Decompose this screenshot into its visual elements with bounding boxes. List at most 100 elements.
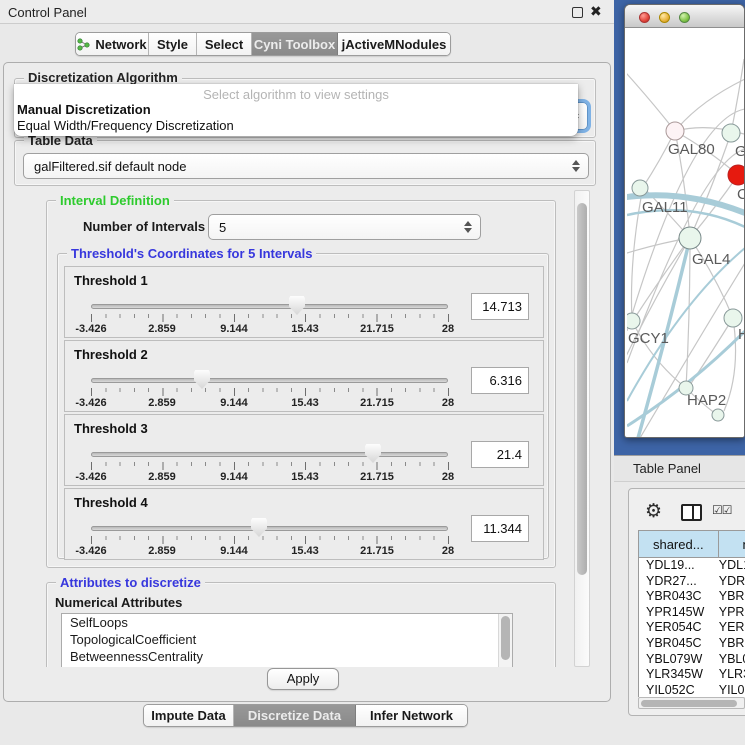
tab-network[interactable]: Network xyxy=(76,33,149,55)
control-panel-titlebar xyxy=(0,0,614,24)
apply-button[interactable]: Apply xyxy=(267,668,339,690)
table-row[interactable]: YPR145WYPR1 xyxy=(639,605,745,621)
node-attribute-table: shared... na YDL19...YDL1 YDR27...YDR2 Y… xyxy=(638,530,745,697)
node-h[interactable] xyxy=(724,309,742,327)
window-close-icon[interactable] xyxy=(639,12,650,23)
window-minimize-icon[interactable] xyxy=(659,12,670,23)
table-row[interactable]: YBL079WYBL0 xyxy=(639,652,745,668)
table-data-selected: galFiltered.sif default node xyxy=(34,159,186,174)
algorithm-dropdown-popup: Select algorithm to view settings Manual… xyxy=(14,84,578,136)
threshold-3-value-field[interactable] xyxy=(471,441,529,468)
node-gal11[interactable] xyxy=(632,180,648,196)
algorithm-option-manual[interactable]: Manual Discretization xyxy=(14,102,578,118)
window-zoom-icon[interactable] xyxy=(679,12,690,23)
node-label-gal11: GAL11 xyxy=(642,199,688,216)
table-row[interactable]: YER054CYER0 xyxy=(639,620,745,636)
gear-icon[interactable]: ⚙ xyxy=(645,500,662,523)
number-of-intervals-label: Number of Intervals xyxy=(83,219,205,234)
attributes-group: Attributes to discretize Numerical Attri… xyxy=(46,582,556,667)
control-panel-title: Control Panel xyxy=(8,5,87,20)
network-graph: GAL80 G. C GAL11 GAL4 GCY1 H HAP2 xyxy=(627,29,744,437)
main-scrollbar[interactable] xyxy=(574,190,590,667)
threshold-coordinates-title: Threshold's Coordinates for 5 Intervals xyxy=(67,246,316,261)
threshold-4-row: Threshold 4 -3.426 2.859 9.144 15.43 21.… xyxy=(64,488,544,560)
node-gal4[interactable] xyxy=(679,227,701,249)
threshold-2-slider-thumb[interactable] xyxy=(194,370,210,389)
threshold-3-slider-track[interactable] xyxy=(91,452,448,457)
network-view-window: GAL80 G. C GAL11 GAL4 GCY1 H HAP2 xyxy=(624,4,745,438)
node-gal80[interactable] xyxy=(666,122,684,140)
node-label-g: G. xyxy=(735,143,744,160)
table-panel-title: Table Panel xyxy=(633,461,701,476)
node-label-h: H xyxy=(738,326,744,343)
table-row[interactable]: YIL052CYIL0 xyxy=(639,683,745,697)
tab-discretize-data[interactable]: Discretize Data xyxy=(234,705,356,726)
threshold-1-row: Threshold 1 -3.426 2.859 9.144 15.43 21.… xyxy=(64,266,544,338)
table-data-combobox[interactable]: galFiltered.sif default node xyxy=(23,153,589,179)
float-window-icon[interactable] xyxy=(572,7,583,18)
table-row[interactable]: YBR045CYBR0 xyxy=(639,636,745,652)
table-row[interactable]: YBR043CYBR0 xyxy=(639,589,745,605)
tab-network-label: Network xyxy=(95,37,146,52)
algorithm-placeholder-option[interactable]: Select algorithm to view settings xyxy=(14,84,578,102)
bottom-tabs: Impute Data Discretize Data Infer Networ… xyxy=(143,704,468,727)
attributes-list-scrollbar[interactable] xyxy=(498,614,512,667)
node-bottom-right[interactable] xyxy=(712,409,724,421)
numerical-attributes-list: SelfLoops TopologicalCoefficient Between… xyxy=(61,613,513,667)
threshold-3-row: Threshold 3 -3.426 2.859 9.144 15.43 21.… xyxy=(64,414,544,486)
tab-style[interactable]: Style xyxy=(149,33,197,55)
tab-select[interactable]: Select xyxy=(197,33,252,55)
node-red-selected[interactable] xyxy=(728,165,744,185)
threshold-4-slider-track[interactable] xyxy=(91,526,448,531)
tab-impute-data[interactable]: Impute Data xyxy=(144,705,234,726)
threshold-3-slider-thumb[interactable] xyxy=(365,444,381,463)
discretization-algorithm-group-title: Discretization Algorithm xyxy=(24,70,182,85)
tab-jactivemnodules[interactable]: jActiveMNodules xyxy=(338,33,450,55)
number-of-intervals-value: 5 xyxy=(219,220,226,235)
threshold-1-value-field[interactable] xyxy=(471,293,529,320)
node-label-gcy1: GCY1 xyxy=(628,330,669,347)
threshold-2-value-field[interactable] xyxy=(471,367,529,394)
table-data-group: Table Data galFiltered.sif default node xyxy=(14,140,596,186)
node-gcy1[interactable] xyxy=(627,313,640,329)
tab-infer-network[interactable]: Infer Network xyxy=(356,705,467,726)
interval-definition-title: Interval Definition xyxy=(56,193,174,208)
threshold-1-slider-track[interactable] xyxy=(91,304,448,309)
column-header-shared[interactable]: shared... xyxy=(639,531,719,557)
network-canvas[interactable]: GAL80 G. C GAL11 GAL4 GCY1 H HAP2 xyxy=(627,29,744,437)
table-row[interactable]: YDR27...YDR2 xyxy=(639,574,745,590)
threshold-1-slider-thumb[interactable] xyxy=(289,296,305,315)
main-scrollbar-thumb[interactable] xyxy=(577,203,587,575)
threshold-4-value-field[interactable] xyxy=(471,515,529,542)
algorithm-option-equal-width[interactable]: Equal Width/Frequency Discretization xyxy=(14,118,578,134)
combo-arrows-icon xyxy=(464,221,472,233)
node-label-gal4: GAL4 xyxy=(692,251,730,268)
threshold-2-slider-track[interactable] xyxy=(91,378,448,383)
table-horizontal-scrollbar[interactable] xyxy=(638,697,745,709)
list-item-topologicalcoefficient[interactable]: TopologicalCoefficient xyxy=(62,631,512,648)
attributes-group-title: Attributes to discretize xyxy=(56,575,205,590)
list-item-betweennesscentrality[interactable]: BetweennessCentrality xyxy=(62,648,512,665)
combo-arrows-icon xyxy=(572,160,580,172)
network-window-titlebar[interactable] xyxy=(625,5,744,28)
table-horizontal-scrollbar-thumb[interactable] xyxy=(641,700,737,707)
network-icon xyxy=(77,38,90,51)
threshold-4-slider-thumb[interactable] xyxy=(251,518,267,537)
select-columns-icon[interactable]: ☑☑ xyxy=(712,503,732,517)
number-of-intervals-combobox[interactable]: 5 xyxy=(208,214,481,240)
threshold-2-row: Threshold 2 -3.426 2.859 9.144 15.43 21.… xyxy=(64,340,544,412)
split-columns-icon[interactable] xyxy=(681,504,702,521)
node-label-hap2: HAP2 xyxy=(687,392,726,409)
node-label-c: C xyxy=(737,186,744,203)
interval-definition-group: Interval Definition Number of Intervals … xyxy=(46,200,556,568)
threshold-coordinates-group: Threshold's Coordinates for 5 Intervals … xyxy=(57,253,549,559)
table-row[interactable]: YDL19...YDL1 xyxy=(639,558,745,574)
tab-cyni-toolbox[interactable]: Cyni Toolbox xyxy=(252,33,338,55)
column-header-name[interactable]: na xyxy=(719,531,745,557)
settings-scroll-viewport: Interval Definition Number of Intervals … xyxy=(10,190,568,667)
list-item-selfloops[interactable]: SelfLoops xyxy=(62,614,512,631)
node-top-right[interactable] xyxy=(722,124,740,142)
table-row[interactable]: YLR345WYLR3 xyxy=(639,667,745,683)
numerical-attributes-label: Numerical Attributes xyxy=(55,595,182,610)
close-icon[interactable]: ✖ xyxy=(590,3,602,20)
